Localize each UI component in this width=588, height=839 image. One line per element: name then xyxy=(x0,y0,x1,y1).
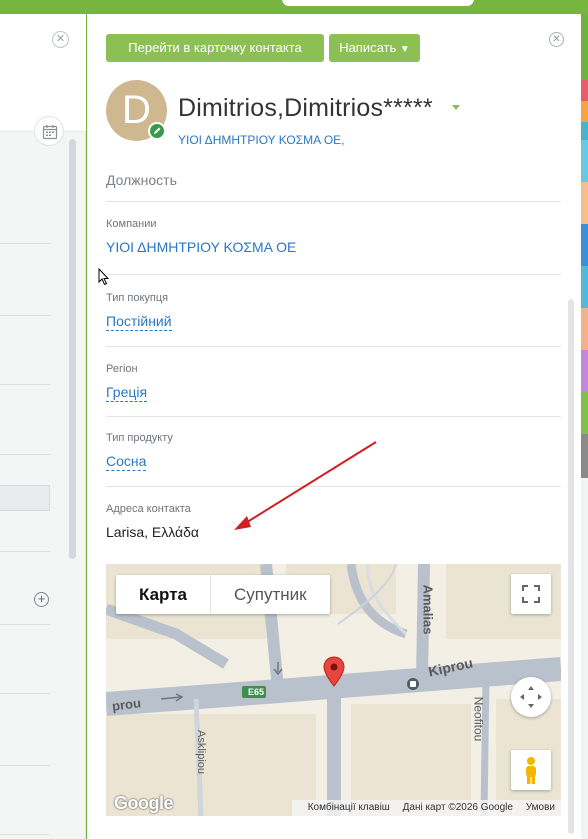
add-icon[interactable]: + xyxy=(34,592,49,607)
open-contact-card-button[interactable]: Перейти в карточку контакта xyxy=(106,34,324,62)
divider xyxy=(106,346,561,347)
mouse-cursor-icon xyxy=(98,268,110,286)
side-tab[interactable] xyxy=(581,224,588,266)
map-data-attribution: Дані карт ©2026 Google xyxy=(402,802,513,813)
street-label: Asklipiou xyxy=(195,729,208,775)
list-item[interactable] xyxy=(0,485,50,511)
divider xyxy=(106,274,561,275)
divider xyxy=(0,834,50,835)
side-tab[interactable] xyxy=(581,308,588,350)
contact-company-link[interactable]: ΥΙΟΙ ΔΗΜΗΤΡΙΟΥ ΚΟΣΜΑ ΟΕ, xyxy=(178,133,345,147)
write-button[interactable]: Написать ▼ xyxy=(329,34,420,62)
product-type-field: Тип продукту Сосна xyxy=(106,432,561,471)
tab-map[interactable]: Карта xyxy=(116,575,210,614)
divider xyxy=(0,693,50,694)
region-label: Регіон xyxy=(106,363,138,375)
close-icon[interactable]: ✕ xyxy=(52,31,69,48)
address-value: Larisa, Ελλάδα xyxy=(106,524,200,540)
background-panel: ✕ + xyxy=(0,14,86,839)
scrollbar[interactable] xyxy=(69,139,76,559)
companies-label: Компании xyxy=(106,218,157,230)
divider xyxy=(0,765,50,766)
background-panel-header xyxy=(0,14,86,132)
address-label: Адреса контакта xyxy=(106,503,191,515)
buyer-type-value[interactable]: Постійний xyxy=(106,313,172,331)
chevron-down-icon: ▼ xyxy=(399,44,410,55)
region-field: Регіон Греція xyxy=(106,363,561,402)
position-label: Должность xyxy=(106,172,177,188)
buyer-type-field: Тип покупця Постійний xyxy=(106,292,561,331)
divider xyxy=(106,486,561,487)
map-type-toggle: Карта Супутник xyxy=(116,575,330,614)
side-tab-strip xyxy=(581,14,588,839)
product-type-value[interactable]: Сосна xyxy=(106,453,147,471)
calendar-icon[interactable] xyxy=(34,116,64,146)
divider xyxy=(0,315,50,316)
top-search-pill[interactable] xyxy=(282,0,474,6)
terms-link[interactable]: Умови xyxy=(526,802,555,813)
position-field[interactable]: Должность xyxy=(106,172,561,188)
street-label: Neofitou xyxy=(471,696,486,742)
divider xyxy=(0,551,50,552)
side-tab-empty xyxy=(581,478,588,839)
map-move-icon[interactable] xyxy=(511,677,551,717)
side-tab[interactable] xyxy=(581,350,588,392)
google-logo[interactable]: Google xyxy=(114,793,174,814)
chevron-down-icon[interactable] xyxy=(452,105,460,110)
divider xyxy=(106,201,561,202)
companies-value[interactable]: ΥΙΟΙ ΔΗΜΗΤΡΙΟΥ ΚΟΣΜΑ ΟΕ xyxy=(106,239,561,255)
contact-detail-panel: Перейти в карточку контакта Написать ▼ ✕… xyxy=(87,14,581,839)
product-type-label: Тип продукту xyxy=(106,432,173,444)
companies-field: Компании ΥΙΟΙ ΔΗΜΗΤΡΙΟΥ ΚΟΣΜΑ ΟΕ xyxy=(106,218,561,255)
contact-name: Dimitrios,Dimitrios***** xyxy=(178,94,433,122)
divider xyxy=(0,454,50,455)
side-tab[interactable] xyxy=(581,266,588,308)
road-badge: E65 xyxy=(247,687,264,697)
street-label: Amalias xyxy=(420,584,436,635)
map[interactable]: E65 Kiprou prou Amalias Asklipiou Neofit… xyxy=(106,564,561,816)
keyboard-shortcuts-link[interactable]: Комбінації клавіш xyxy=(308,802,390,813)
divider xyxy=(0,243,50,244)
side-tab[interactable] xyxy=(581,434,588,478)
address-field: Адреса контакта Larisa, Ελλάδα xyxy=(106,503,561,540)
divider xyxy=(106,416,561,417)
edit-pencil-icon[interactable] xyxy=(148,122,166,140)
side-tab[interactable] xyxy=(581,392,588,434)
close-icon[interactable]: ✕ xyxy=(549,32,564,47)
map-footer: Комбінації клавіш Дані карт ©2026 Google… xyxy=(291,800,561,816)
divider xyxy=(0,624,50,625)
side-tab[interactable] xyxy=(581,182,588,224)
buyer-type-label: Тип покупця xyxy=(106,292,169,304)
tab-satellite[interactable]: Супутник xyxy=(211,575,330,614)
top-bar xyxy=(0,0,588,14)
scrollbar[interactable] xyxy=(568,299,574,834)
map-marker-icon[interactable] xyxy=(323,656,345,688)
write-button-label: Написать xyxy=(339,40,397,55)
street-view-pegman-icon[interactable] xyxy=(511,750,551,790)
side-tab[interactable] xyxy=(581,101,588,122)
fullscreen-icon[interactable] xyxy=(511,574,551,614)
side-tab[interactable] xyxy=(581,140,588,182)
divider xyxy=(0,384,50,385)
region-value[interactable]: Греція xyxy=(106,384,148,402)
side-tab[interactable] xyxy=(581,80,588,101)
side-tab[interactable] xyxy=(581,122,588,140)
